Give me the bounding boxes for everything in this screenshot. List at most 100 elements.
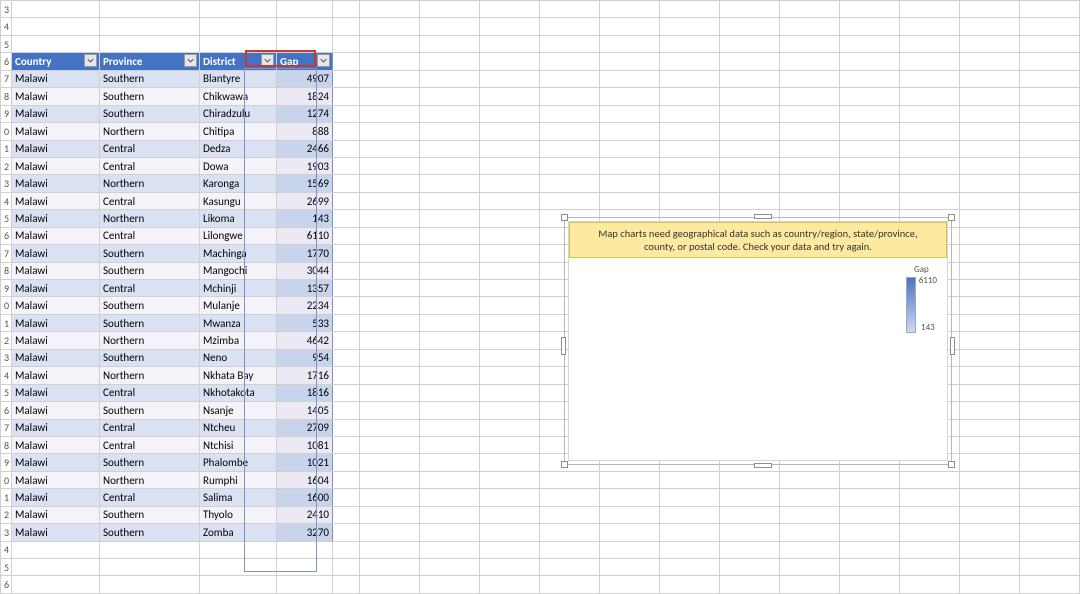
cell-district[interactable]: Ntcheu bbox=[200, 419, 277, 436]
cell-gap[interactable]: 1903 bbox=[277, 157, 333, 174]
empty-cell[interactable] bbox=[360, 436, 420, 453]
cell-gap[interactable]: 1600 bbox=[277, 489, 333, 506]
empty-cell[interactable] bbox=[333, 367, 360, 384]
cell-district[interactable]: Chikwawa bbox=[200, 88, 277, 105]
cell-gap[interactable]: 1716 bbox=[277, 367, 333, 384]
empty-cell[interactable] bbox=[960, 524, 1020, 541]
empty-cell[interactable] bbox=[1020, 70, 1080, 87]
empty-cell[interactable] bbox=[480, 541, 540, 558]
empty-cell[interactable] bbox=[660, 53, 720, 70]
empty-cell[interactable] bbox=[660, 35, 720, 52]
empty-cell[interactable] bbox=[360, 105, 420, 122]
empty-cell[interactable] bbox=[360, 419, 420, 436]
cell-district[interactable]: Nkhotakota bbox=[200, 384, 277, 401]
filter-dropdown-icon[interactable] bbox=[261, 54, 274, 67]
empty-cell[interactable] bbox=[1020, 210, 1080, 227]
row-number[interactable]: 9 bbox=[1, 105, 12, 122]
empty-cell[interactable] bbox=[540, 1, 600, 18]
row-number[interactable]: 9 bbox=[1, 454, 12, 471]
empty-cell[interactable] bbox=[1020, 314, 1080, 331]
empty-cell[interactable] bbox=[780, 576, 840, 594]
empty-cell[interactable] bbox=[480, 70, 540, 87]
cell-district[interactable]: Chiradzulu bbox=[200, 105, 277, 122]
cell-gap[interactable]: 2699 bbox=[277, 192, 333, 209]
empty-cell[interactable] bbox=[480, 384, 540, 401]
empty-cell[interactable] bbox=[960, 18, 1020, 35]
empty-cell[interactable] bbox=[720, 123, 780, 140]
empty-cell[interactable] bbox=[480, 367, 540, 384]
cell-gap[interactable]: 1021 bbox=[277, 454, 333, 471]
empty-cell[interactable] bbox=[360, 245, 420, 262]
empty-cell[interactable] bbox=[540, 53, 600, 70]
empty-cell[interactable] bbox=[600, 506, 660, 523]
row-number[interactable]: 0 bbox=[1, 123, 12, 140]
empty-cell[interactable] bbox=[660, 559, 720, 576]
empty-cell[interactable] bbox=[720, 192, 780, 209]
cell-country[interactable]: Malawi bbox=[12, 419, 100, 436]
empty-cell[interactable] bbox=[333, 297, 360, 314]
empty-cell[interactable] bbox=[480, 140, 540, 157]
empty-cell[interactable] bbox=[360, 506, 420, 523]
row-number[interactable]: 5 bbox=[1, 210, 12, 227]
cell-district[interactable]: Dowa bbox=[200, 157, 277, 174]
empty-cell[interactable] bbox=[900, 524, 960, 541]
empty-cell[interactable] bbox=[420, 105, 480, 122]
empty-cell[interactable] bbox=[840, 471, 900, 488]
empty-cell[interactable] bbox=[660, 524, 720, 541]
empty-cell[interactable] bbox=[960, 471, 1020, 488]
empty-cell[interactable] bbox=[420, 559, 480, 576]
empty-cell[interactable] bbox=[480, 559, 540, 576]
cell-district[interactable]: Rumphi bbox=[200, 471, 277, 488]
cell-gap[interactable]: 1816 bbox=[277, 384, 333, 401]
empty-cell[interactable] bbox=[720, 18, 780, 35]
empty-cell[interactable] bbox=[900, 157, 960, 174]
cell-district[interactable]: Mzimba bbox=[200, 332, 277, 349]
empty-cell[interactable] bbox=[333, 349, 360, 366]
empty-cell[interactable] bbox=[1020, 123, 1080, 140]
row-number[interactable]: 7 bbox=[1, 419, 12, 436]
empty-cell[interactable] bbox=[840, 192, 900, 209]
empty-cell[interactable] bbox=[780, 192, 840, 209]
table-row[interactable]: 4 bbox=[1, 541, 1080, 558]
cell-province[interactable]: Central bbox=[100, 384, 200, 401]
empty-cell[interactable] bbox=[660, 1, 720, 18]
empty-cell[interactable] bbox=[420, 123, 480, 140]
row-number[interactable]: 6 bbox=[1, 227, 12, 244]
column-header-country[interactable]: Country bbox=[12, 53, 100, 70]
cell-country[interactable]: Malawi bbox=[12, 506, 100, 523]
empty-cell[interactable] bbox=[540, 123, 600, 140]
cell-province[interactable]: Southern bbox=[100, 314, 200, 331]
cell-district[interactable]: Chitipa bbox=[200, 123, 277, 140]
cell-country[interactable]: Malawi bbox=[12, 88, 100, 105]
empty-cell[interactable] bbox=[200, 541, 277, 558]
empty-cell[interactable] bbox=[540, 175, 600, 192]
empty-cell[interactable] bbox=[840, 140, 900, 157]
row-number[interactable]: 3 bbox=[1, 1, 12, 18]
empty-cell[interactable] bbox=[840, 175, 900, 192]
empty-cell[interactable] bbox=[480, 175, 540, 192]
resize-handle[interactable] bbox=[561, 461, 568, 468]
table-row[interactable]: 3 bbox=[1, 1, 1080, 18]
empty-cell[interactable] bbox=[720, 489, 780, 506]
empty-cell[interactable] bbox=[540, 140, 600, 157]
empty-cell[interactable] bbox=[900, 140, 960, 157]
empty-cell[interactable] bbox=[480, 105, 540, 122]
empty-cell[interactable] bbox=[1020, 524, 1080, 541]
cell-country[interactable]: Malawi bbox=[12, 436, 100, 453]
empty-cell[interactable] bbox=[780, 471, 840, 488]
table-row[interactable]: 9MalawiSouthernChiradzulu1274 bbox=[1, 105, 1080, 122]
row-number[interactable]: 1 bbox=[1, 314, 12, 331]
cell-country[interactable]: Malawi bbox=[12, 175, 100, 192]
cell-gap[interactable]: 954 bbox=[277, 349, 333, 366]
empty-cell[interactable] bbox=[1020, 1, 1080, 18]
table-row[interactable]: 2MalawiSouthernThyolo2410 bbox=[1, 506, 1080, 523]
cell-gap[interactable]: 1274 bbox=[277, 105, 333, 122]
empty-cell[interactable] bbox=[660, 123, 720, 140]
empty-cell[interactable] bbox=[420, 88, 480, 105]
cell-district[interactable]: Nsanje bbox=[200, 402, 277, 419]
row-number[interactable]: 4 bbox=[1, 192, 12, 209]
empty-cell[interactable] bbox=[960, 506, 1020, 523]
cell-gap[interactable]: 2709 bbox=[277, 419, 333, 436]
empty-cell[interactable] bbox=[1020, 419, 1080, 436]
empty-cell[interactable] bbox=[333, 384, 360, 401]
